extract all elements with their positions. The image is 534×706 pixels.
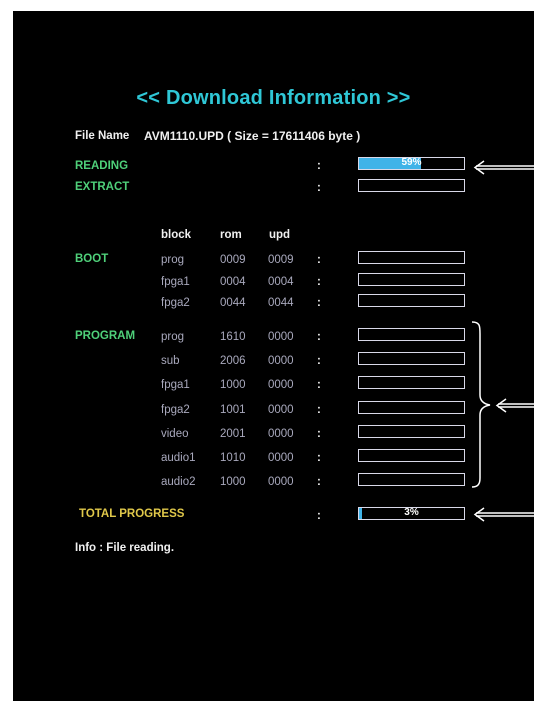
program-row-progress-bar bbox=[358, 449, 465, 462]
program-row-upd: 0000 bbox=[268, 476, 294, 489]
program-row-block: audio2 bbox=[161, 476, 196, 489]
program-row-colon: : bbox=[317, 355, 321, 368]
program-row-block: sub bbox=[161, 355, 180, 368]
program-row-progress-bar bbox=[358, 376, 465, 390]
boot-row-upd: 0004 bbox=[268, 275, 294, 288]
boot-row-rom: 0004 bbox=[220, 275, 246, 288]
program-row-upd: 0000 bbox=[268, 427, 294, 440]
program-row-colon: : bbox=[317, 452, 321, 464]
info-status-text: Info : File reading. bbox=[75, 542, 175, 554]
boot-row-colon: : bbox=[317, 297, 321, 309]
program-row-rom: 1010 bbox=[220, 452, 246, 464]
reading-progress-bar: 59% bbox=[358, 157, 465, 170]
boot-row-rom: 0044 bbox=[220, 297, 246, 309]
boot-row-progress-bar bbox=[358, 251, 465, 264]
program-row-progress-bar bbox=[358, 400, 465, 414]
program-row-colon: : bbox=[317, 403, 321, 416]
program-row-block: video bbox=[161, 427, 189, 440]
program-row-colon: : bbox=[317, 331, 321, 343]
program-row-block: prog bbox=[161, 331, 185, 343]
total-colon: : bbox=[317, 510, 321, 522]
column-header-upd: upd bbox=[269, 229, 291, 241]
extract-colon: : bbox=[317, 182, 321, 194]
program-row-rom: 1000 bbox=[220, 379, 246, 392]
file-name-label: File Name bbox=[75, 130, 130, 142]
program-row-progress-bar bbox=[358, 328, 465, 341]
boot-row-progress-bar bbox=[358, 294, 465, 307]
reading-label: READING bbox=[75, 160, 129, 172]
boot-row-colon: : bbox=[317, 275, 321, 288]
program-row-progress-bar bbox=[358, 473, 465, 487]
program-row-rom: 2001 bbox=[220, 427, 246, 440]
extract-label: EXTRACT bbox=[75, 181, 130, 193]
program-row-upd: 0000 bbox=[268, 355, 294, 368]
program-row-rom: 1610 bbox=[220, 331, 246, 343]
boot-row-upd: 0044 bbox=[268, 297, 294, 309]
program-row-progress-bar bbox=[358, 424, 465, 438]
boot-row-colon: : bbox=[317, 254, 321, 266]
reading-progress-text: 59% bbox=[401, 157, 422, 168]
program-row-block: fpga2 bbox=[161, 403, 190, 416]
page-title: << Download Information >> bbox=[136, 87, 411, 109]
program-row-rom: 2006 bbox=[220, 355, 246, 368]
program-row-upd: 0000 bbox=[268, 331, 294, 343]
program-row-rom: 1000 bbox=[220, 476, 246, 489]
program-row-rom: 1001 bbox=[220, 403, 246, 416]
boot-row-progress-bar bbox=[358, 272, 465, 286]
boot-section-label: BOOT bbox=[75, 253, 109, 265]
total-progress-label: TOTAL PROGRESS bbox=[79, 508, 185, 520]
boot-row-block: fpga2 bbox=[161, 297, 190, 309]
download-screen: << Download Information >> File Name AVM… bbox=[13, 11, 534, 701]
program-row-colon: : bbox=[317, 476, 321, 489]
program-row-colon: : bbox=[317, 427, 321, 440]
reading-colon: : bbox=[317, 160, 321, 172]
program-row-colon: : bbox=[317, 379, 321, 392]
program-row-block: audio1 bbox=[161, 452, 196, 464]
boot-row-rom: 0009 bbox=[220, 254, 246, 266]
program-section-label: PROGRAM bbox=[75, 330, 136, 342]
program-row-block: fpga1 bbox=[161, 379, 190, 392]
total-progress-text: 3% bbox=[404, 507, 419, 518]
boot-row-block: fpga1 bbox=[161, 275, 190, 288]
program-row-progress-bar bbox=[358, 352, 465, 366]
column-header-rom: rom bbox=[220, 229, 242, 241]
boot-row-block: prog bbox=[161, 254, 185, 266]
program-row-upd: 0000 bbox=[268, 379, 294, 392]
extract-progress-bar bbox=[358, 179, 465, 192]
file-name-value: AVM1110.UPD ( Size = 17611406 byte ) bbox=[144, 129, 361, 143]
program-row-upd: 0000 bbox=[268, 403, 294, 416]
boot-row-upd: 0009 bbox=[268, 254, 294, 266]
column-header-block: block bbox=[161, 229, 192, 241]
total-progress-bar: 3% bbox=[358, 507, 465, 520]
program-row-upd: 0000 bbox=[268, 452, 294, 464]
